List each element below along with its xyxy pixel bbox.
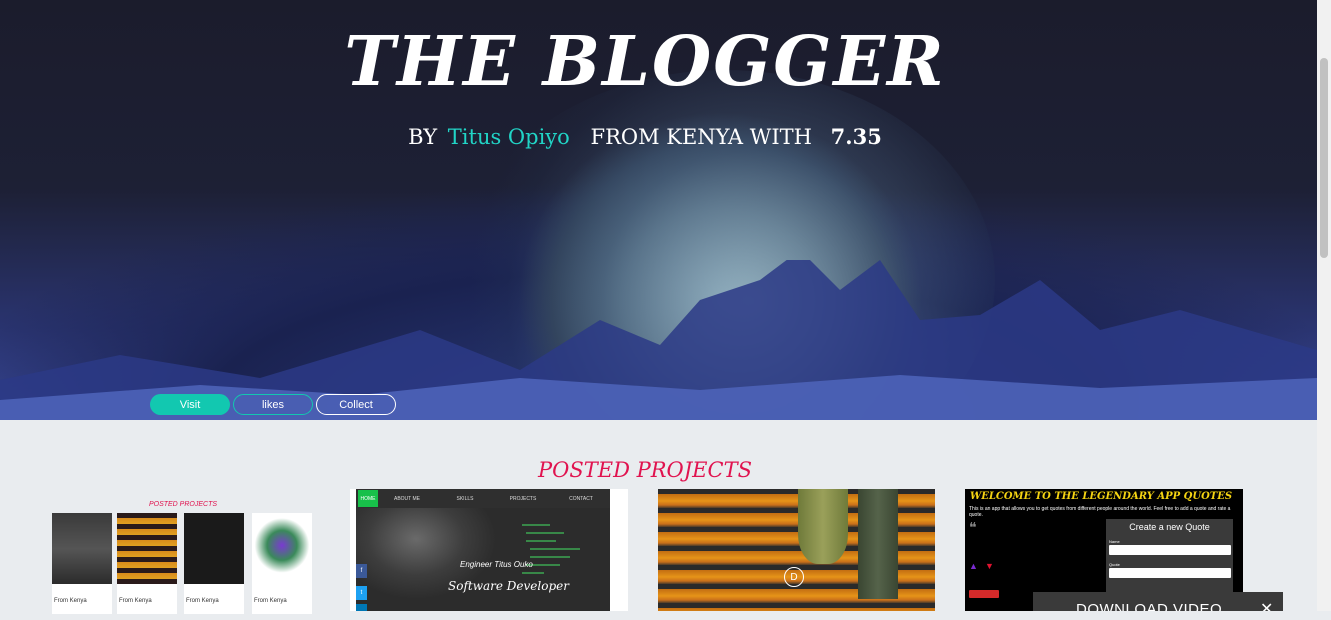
download-video-label[interactable]: DOWNLOAD VIDEO <box>1076 601 1222 611</box>
shoe-image <box>798 489 848 564</box>
preview-thumbnail <box>184 513 244 585</box>
hero-title: THE BLOGGER <box>344 22 946 102</box>
likes-button[interactable]: likes <box>233 394 313 415</box>
preview-form-title: Create a new Quote <box>1129 522 1210 532</box>
collect-button[interactable]: Collect <box>316 394 396 415</box>
preview-caption: From Kenya <box>184 584 244 614</box>
preview-name-input <box>1109 545 1231 555</box>
preview-delete-button <box>969 590 999 598</box>
download-video-bar[interactable]: DOWNLOAD VIDEO ✕ <box>1033 592 1283 611</box>
preview-nav-item: PROJECTS <box>509 495 537 502</box>
author-link[interactable]: Titus Opiyo <box>448 125 570 149</box>
preview-quote-input <box>1109 568 1231 578</box>
preview-navbar: HOME ABOUT ME SKILLS PROJECTS CONTACT <box>356 489 610 508</box>
by-label: BY <box>408 125 438 149</box>
preview-role: Software Developer <box>448 579 569 593</box>
hero-subtitle: BY Titus Opiyo FROM KENYA WITH 7.35 <box>0 124 1290 149</box>
card-preview-title: POSTED PROJECTS <box>148 501 218 508</box>
from-label: FROM KENYA WITH <box>590 125 812 149</box>
preview-caption: From Kenya <box>52 584 112 614</box>
preview-caption: From Kenya <box>252 584 312 614</box>
preview-nav-item: ABOUT ME <box>393 495 421 502</box>
quote-mark-icon: ❝ <box>969 519 977 535</box>
project-card[interactable]: HOME ABOUT ME SKILLS PROJECTS CONTACT En… <box>350 489 628 611</box>
hero-actions: Visit likes Collect <box>150 394 396 415</box>
preview-engineer-name: Engineer Titus Ouko <box>460 560 533 569</box>
thumbs-down-icon: ▼ <box>985 561 994 571</box>
preview-thumbnail <box>252 513 312 585</box>
preview-app-description: This is an app that allows you to get qu… <box>969 506 1231 518</box>
play-icon[interactable]: D <box>784 567 804 587</box>
preview-thumbnail <box>52 513 112 585</box>
preview-nav-item: SKILLS <box>456 495 474 502</box>
preview-quote-label: Quote <box>1109 562 1120 567</box>
linkedin-icon <box>356 604 367 611</box>
visit-button[interactable]: Visit <box>150 394 230 415</box>
hero-banner: THE BLOGGER BY Titus Opiyo FROM KENYA WI… <box>0 0 1317 420</box>
project-card[interactable]: POSTED PROJECTS From Kenya From Kenya Fr… <box>52 498 314 620</box>
preview-caption: From Kenya <box>117 584 177 614</box>
page-scrollbar[interactable] <box>1317 0 1331 611</box>
preview-nav-item: CONTACT <box>569 495 593 502</box>
score-value: 7.35 <box>830 124 882 149</box>
scrollbar-thumb[interactable] <box>1320 58 1328 258</box>
preview-nav-home: HOME <box>358 490 378 507</box>
leg-image <box>858 489 898 599</box>
section-title: POSTED PROJECTS <box>538 458 752 482</box>
thumbs-up-icon: ▲ <box>969 561 978 571</box>
preview-name-label: Name <box>1109 539 1120 544</box>
code-snippet-graphic <box>522 524 580 574</box>
twitter-icon: t <box>356 586 367 600</box>
project-card[interactable]: D <box>658 489 935 611</box>
close-icon[interactable]: ✕ <box>1260 599 1273 611</box>
facebook-icon: f <box>356 564 367 578</box>
preview-thumbnail <box>117 513 177 585</box>
preview-app-title: WELCOME TO THE LEGENDARY APP QUOTES <box>970 491 1233 502</box>
